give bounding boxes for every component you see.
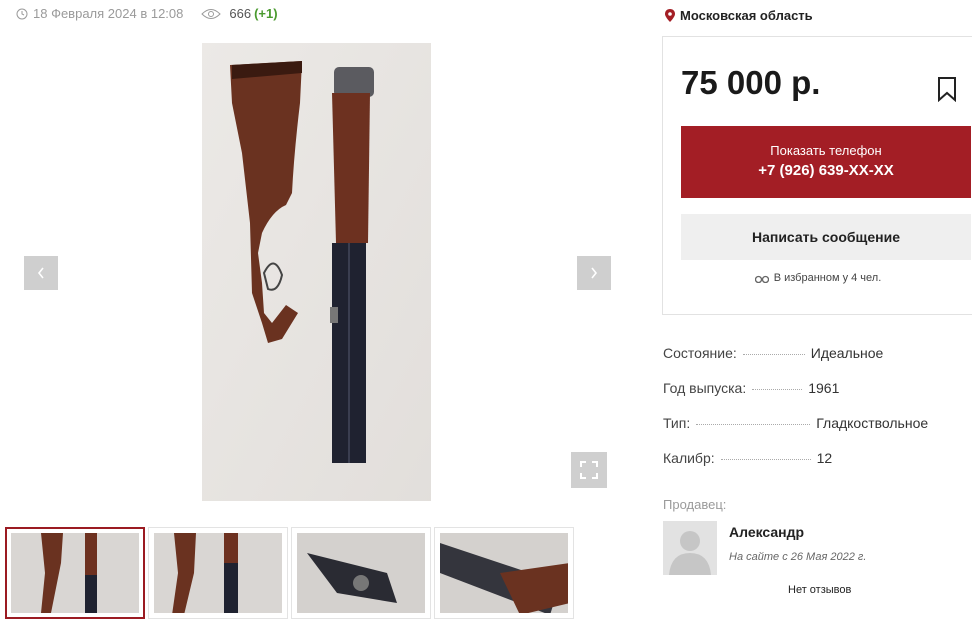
views-count: 666 (229, 6, 252, 21)
location-pin-icon (665, 9, 675, 22)
views-delta: (+1) (254, 6, 278, 21)
seller-since: На сайте с 26 Мая 2022 г. (729, 551, 867, 563)
views-counter: 666 (+1) (201, 6, 278, 21)
spec-label: Состояние: (663, 345, 737, 361)
spec-label: Тип: (663, 415, 691, 431)
location-text: Московская область (680, 8, 813, 23)
clock-icon (16, 8, 28, 20)
spec-value: 12 (816, 450, 833, 466)
spec-row: Год выпуска: 1961 (663, 380, 972, 415)
photo-next-button[interactable] (577, 256, 611, 290)
location: Московская область (665, 8, 813, 23)
thumbnail-3[interactable] (291, 527, 431, 619)
thumbnail-strip (5, 527, 574, 619)
spec-row: Состояние: Идеальное (663, 345, 972, 380)
show-phone-button[interactable]: Показать телефон +7 (926) 639-XX-XX (681, 126, 971, 198)
main-photo[interactable] (202, 43, 431, 501)
thumbnail-4[interactable] (434, 527, 574, 619)
seller-name[interactable]: Александр (729, 524, 804, 540)
favorites-count: В избранном у 4 чел. (663, 272, 972, 284)
binoculars-icon (754, 274, 769, 283)
listing-meta: 18 Февраля 2024 в 12:08 666 (+1) (16, 6, 278, 21)
phone-number: +7 (926) 639-XX-XX (758, 162, 894, 179)
bookmark-icon[interactable] (936, 76, 958, 107)
chevron-right-icon (591, 267, 598, 279)
spec-value: Идеальное (810, 345, 884, 361)
specs-list: Состояние: Идеальное Год выпуска: 1961 Т… (663, 345, 972, 485)
spec-row: Тип: Гладкоствольное (663, 415, 972, 450)
avatar[interactable] (663, 521, 717, 575)
spec-value: Гладкоствольное (816, 415, 929, 431)
spec-value: 1961 (808, 380, 840, 396)
thumbnail-1[interactable] (5, 527, 145, 619)
spec-label: Год выпуска: (663, 380, 747, 396)
price-card: 75 000 р. Показать телефон +7 (926) 639-… (662, 36, 972, 315)
spec-label: Калибр: (663, 450, 715, 466)
price: 75 000 р. (681, 64, 821, 101)
seller-label: Продавец: (663, 497, 727, 512)
seller-reviews[interactable]: Нет отзывов (788, 584, 851, 596)
photo-prev-button[interactable] (24, 256, 58, 290)
favorites-text: В избранном у 4 чел. (773, 272, 882, 284)
chevron-left-icon (37, 267, 44, 279)
eye-icon (201, 8, 222, 20)
spec-row: Калибр: 12 (663, 450, 972, 485)
fullscreen-button[interactable] (571, 452, 607, 488)
listing-date: 18 Февраля 2024 в 12:08 (33, 6, 184, 21)
thumbnail-2[interactable] (148, 527, 288, 619)
write-message-button[interactable]: Написать сообщение (681, 214, 971, 260)
show-phone-label: Показать телефон (770, 143, 882, 158)
fullscreen-icon (580, 461, 598, 479)
